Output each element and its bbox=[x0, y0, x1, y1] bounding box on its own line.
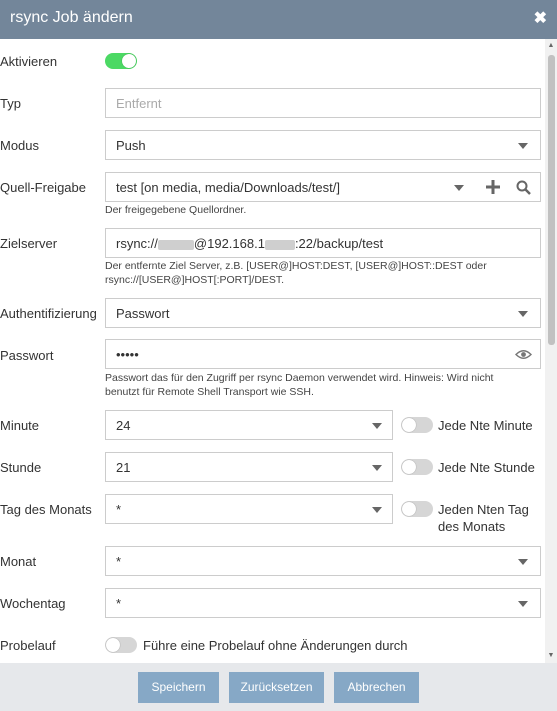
tag-nth-label-1: Jeden Nten Tag bbox=[438, 502, 529, 517]
minute-nth-label: Jede Nte Minute bbox=[438, 418, 533, 433]
scrollbar[interactable]: ▲ ▼ bbox=[545, 39, 557, 663]
wochentag-value: * bbox=[116, 596, 122, 611]
probelauf-toggle[interactable] bbox=[105, 637, 137, 653]
chevron-down-icon bbox=[518, 143, 528, 149]
chevron-down-icon bbox=[372, 465, 382, 471]
chevron-down-icon bbox=[372, 507, 382, 513]
typ-placeholder: Entfernt bbox=[116, 96, 162, 111]
stunde-nth-toggle[interactable] bbox=[401, 459, 433, 475]
quelle-label: Quell-Freigabe bbox=[0, 180, 86, 195]
scroll-up-arrow-icon[interactable]: ▲ bbox=[545, 41, 557, 51]
minute-label: Minute bbox=[0, 418, 40, 433]
dialog-content: Aktivieren Typ Entfernt Modus Push Quell… bbox=[0, 39, 545, 663]
modus-value: Push bbox=[116, 138, 146, 153]
aktivieren-label: Aktivieren bbox=[0, 54, 58, 69]
auth-label: Authentifizierung bbox=[0, 306, 97, 321]
chevron-down-icon bbox=[518, 559, 528, 565]
stunde-nth-label: Jede Nte Stunde bbox=[438, 460, 535, 475]
stunde-select[interactable]: 21 bbox=[105, 452, 393, 482]
aktivieren-toggle[interactable] bbox=[105, 53, 137, 69]
monat-select[interactable]: * bbox=[105, 546, 541, 576]
wochentag-label: Wochentag bbox=[0, 596, 66, 611]
ziel-input[interactable]: rsync://@192.168.1:22/backup/test bbox=[105, 228, 541, 258]
ziel-value: rsync://@192.168.1:22/backup/test bbox=[116, 236, 384, 251]
typ-field[interactable]: Entfernt bbox=[105, 88, 541, 118]
typ-label: Typ bbox=[0, 96, 21, 111]
probelauf-label: Probelauf bbox=[0, 638, 56, 653]
close-icon[interactable]: ✖ bbox=[534, 8, 547, 28]
passwort-value: ••••• bbox=[116, 347, 139, 362]
probelauf-toggle-label: Führe eine Probelauf ohne Änderungen dur… bbox=[143, 638, 408, 653]
redacted-ip bbox=[264, 239, 295, 250]
monat-label: Monat bbox=[0, 554, 37, 569]
passwort-help-1: Passwort das für den Zugriff per rsync D… bbox=[105, 372, 494, 384]
chevron-down-icon[interactable] bbox=[454, 185, 464, 191]
chevron-down-icon bbox=[518, 311, 528, 317]
cancel-button[interactable]: Abbrechen bbox=[334, 672, 419, 703]
ziel-label: Zielserver bbox=[0, 236, 58, 251]
auth-value: Passwort bbox=[116, 306, 170, 321]
tag-select[interactable]: * bbox=[105, 494, 393, 524]
passwort-label: Passwort bbox=[0, 348, 54, 363]
scroll-down-arrow-icon[interactable]: ▼ bbox=[545, 651, 557, 661]
minute-value: 24 bbox=[116, 418, 131, 433]
stunde-value: 21 bbox=[116, 460, 131, 475]
minute-select[interactable]: 24 bbox=[105, 410, 393, 440]
eye-icon[interactable] bbox=[515, 349, 532, 360]
tag-label: Tag des Monats bbox=[0, 502, 92, 517]
wochentag-select[interactable]: * bbox=[105, 588, 541, 618]
minute-nth-toggle[interactable] bbox=[401, 417, 433, 433]
dialog-footer: Speichern Zurücksetzen Abbrechen bbox=[0, 663, 557, 711]
tag-value: * bbox=[116, 502, 122, 517]
auth-select[interactable]: Passwort bbox=[105, 298, 541, 328]
search-icon[interactable] bbox=[516, 180, 531, 195]
ziel-help-1: Der entfernte Ziel Server, z.B. [USER@]H… bbox=[105, 260, 487, 272]
modus-select[interactable]: Push bbox=[105, 130, 541, 160]
reset-button[interactable]: Zurücksetzen bbox=[229, 672, 324, 703]
tag-nth-label-2: des Monats bbox=[438, 519, 506, 534]
dialog-title: rsync Job ändern bbox=[10, 9, 133, 26]
quelle-value: test [on media, media/Downloads/test/] bbox=[116, 180, 341, 195]
plus-icon[interactable] bbox=[486, 180, 500, 194]
modus-label: Modus bbox=[0, 138, 40, 153]
monat-value: * bbox=[116, 554, 122, 569]
ziel-help-2: rsync://[USER@]HOST[:PORT]/DEST. bbox=[105, 274, 285, 286]
tag-nth-toggle[interactable] bbox=[401, 501, 433, 517]
stunde-label: Stunde bbox=[0, 460, 42, 475]
passwort-input[interactable]: ••••• bbox=[105, 339, 541, 369]
scrollbar-thumb[interactable] bbox=[548, 55, 555, 345]
quelle-select[interactable]: test [on media, media/Downloads/test/] bbox=[105, 172, 541, 202]
chevron-down-icon bbox=[518, 601, 528, 607]
redacted-user bbox=[157, 239, 194, 250]
quelle-help: Der freigegebene Quellordner. bbox=[105, 204, 247, 216]
save-button[interactable]: Speichern bbox=[138, 672, 219, 703]
passwort-help-2: benutzt für Remote Shell Transport wie S… bbox=[105, 386, 314, 398]
dialog-titlebar: rsync Job ändern ✖ bbox=[0, 0, 557, 39]
chevron-down-icon bbox=[372, 423, 382, 429]
